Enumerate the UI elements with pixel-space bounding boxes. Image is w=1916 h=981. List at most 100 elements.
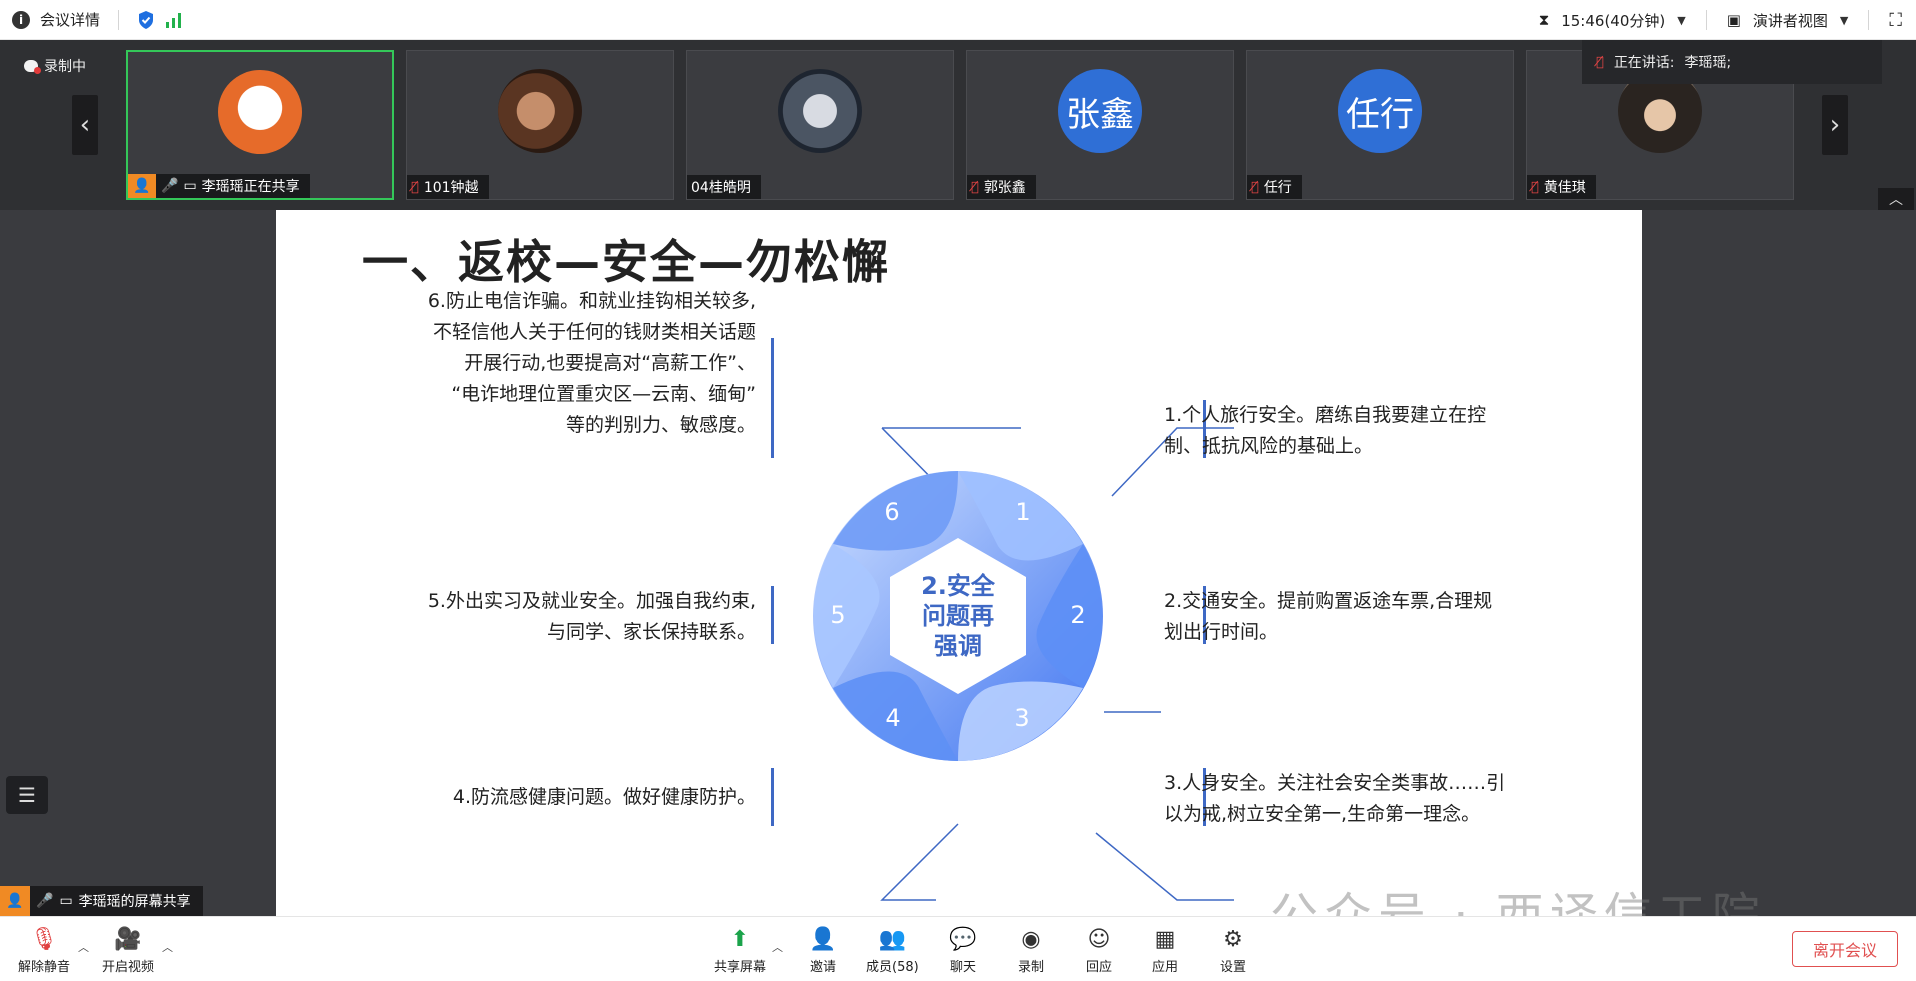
item-line: 与同学、家长保持联系。: [546, 621, 756, 643]
avatar: [218, 70, 302, 154]
item-line: 4.防流感健康问题。做好健康防护。: [452, 786, 756, 808]
chat-button[interactable]: 💬 聊天: [948, 925, 978, 976]
participant-nametag: 🎙̸ 任行: [1247, 175, 1302, 199]
mic-muted-icon: 🎙̸: [1251, 179, 1259, 195]
center-line: 问题再: [922, 602, 994, 630]
participant-name: 任行: [1263, 180, 1292, 196]
recording-label: 录制中: [44, 59, 86, 75]
share-screen-button[interactable]: ⬆ 共享屏幕: [714, 925, 767, 976]
record-label: 录制: [1017, 960, 1044, 975]
collapse-strip-button[interactable]: ︿: [1878, 188, 1914, 210]
ring-number: 5: [830, 601, 845, 629]
mic-muted-icon: 🎙̸: [411, 179, 419, 195]
members-button[interactable]: 👥 成员(58): [866, 925, 919, 976]
fullscreen-icon[interactable]: ⛶: [1889, 10, 1902, 31]
speaking-name: 李瑶瑶;: [1684, 55, 1732, 71]
item-line: 划出行时间。: [1164, 621, 1279, 643]
screen-share-icon: ▭: [183, 178, 197, 194]
info-icon[interactable]: i: [12, 10, 30, 29]
start-video-button[interactable]: 🎥 开启视频: [102, 925, 155, 976]
chevron-down-icon[interactable]: ▼: [1840, 14, 1848, 27]
chevron-down-icon[interactable]: ▼: [1677, 14, 1685, 27]
invite-button[interactable]: 👤 邀请: [808, 925, 838, 976]
participant-tile[interactable]: 👤 🎤 ▭ 李瑶瑶正在共享: [126, 50, 394, 200]
item-line: 等的判别力、敏感度。: [565, 414, 756, 436]
center-line: 2.安全: [921, 572, 996, 600]
share-stage: 一、返校—安全—勿松懈 1 2 3 4 5 6 2.安全 问题再 强调 1.个人…: [0, 210, 1916, 944]
list-menu-icon[interactable]: ☰: [6, 776, 48, 814]
video-off-icon: 🎥: [114, 926, 142, 952]
chat-label: 聊天: [949, 960, 976, 975]
participant-name: 101钟越: [423, 180, 479, 196]
meeting-time: 15:46(40分钟): [1561, 11, 1666, 30]
ring-number: 3: [1014, 704, 1029, 732]
mic-icon: 🎤: [161, 178, 179, 194]
top-bar: i 会议详情 ⧗ 15:46(40分钟) ▼ ▣ 演讲者视图 ▼ ⛶: [0, 0, 1916, 40]
participant-nametag: 🎙̸ 101钟越: [407, 175, 489, 199]
item-3: 3.人身安全。关注社会安全类事故……引 以为戒,树立安全第一,生命第一理念。: [1164, 768, 1505, 830]
reactions-label: 回应: [1085, 960, 1112, 975]
shared-slide: 一、返校—安全—勿松懈 1 2 3 4 5 6 2.安全 问题再 强调 1.个人…: [276, 210, 1642, 916]
unmute-button[interactable]: 🎙 解除静音: [18, 925, 70, 976]
participant-tile[interactable]: 任行 🎙̸ 任行: [1246, 50, 1514, 200]
share-screen-label: 共享屏幕: [714, 960, 767, 975]
ring-number: 4: [885, 704, 900, 732]
chat-icon: 💬: [949, 926, 977, 952]
avatar: [778, 69, 862, 153]
cloud-record-icon: [24, 60, 41, 74]
divider: [1868, 10, 1870, 30]
item-line: 2.交通安全。提前购置返途车票,合理规: [1164, 590, 1493, 612]
item-line: 制、抵抗风险的基础上。: [1164, 435, 1374, 457]
screen-share-icon: ▭: [59, 893, 73, 909]
participant-tile[interactable]: 🎙̸ 101钟越: [406, 50, 674, 200]
avatar: 任行: [1338, 69, 1422, 153]
security-shield-icon[interactable]: [137, 10, 155, 30]
chevron-up-icon[interactable]: ︿: [162, 939, 173, 955]
mic-muted-icon: 🎙̸: [971, 179, 979, 195]
host-icon: 👤: [0, 886, 30, 916]
participant-name: 李瑶瑶正在共享: [201, 179, 300, 195]
invite-label: 邀请: [809, 960, 836, 975]
apps-button[interactable]: ▦ 应用: [1150, 925, 1180, 976]
participant-nametag: 🎙̸ 郭张鑫: [967, 175, 1036, 199]
apps-label: 应用: [1151, 960, 1178, 975]
ring-number: 2: [1070, 601, 1085, 629]
settings-button[interactable]: ⚙ 设置: [1218, 925, 1248, 976]
recording-indicator: 录制中: [24, 56, 86, 76]
item-line: 不轻信他人关于任何的钱财类相关话题: [432, 321, 756, 343]
center-line: 强调: [934, 632, 982, 660]
mic-muted-icon: 🎙̸: [1596, 54, 1604, 70]
chevron-up-icon[interactable]: ︿: [78, 939, 89, 955]
record-button[interactable]: ◉ 录制: [1016, 925, 1046, 976]
divider: [1705, 10, 1707, 30]
item-6: 6.防止电信诈骗。和就业挂钩相关较多, 不轻信他人关于任何的钱财类相关话题 开展…: [336, 286, 756, 441]
invite-icon: 👤: [809, 926, 837, 952]
reactions-button[interactable]: ☺ 回应: [1084, 925, 1114, 976]
ring-number: 6: [884, 498, 899, 526]
prev-page-button[interactable]: ‹: [72, 95, 98, 155]
item-line: 开展行动,也要提高对“高薪工作”、: [464, 352, 756, 374]
screen-share-tag: 👤 🎤 ▭ 李瑶瑶的屏幕共享: [0, 886, 203, 916]
signal-icon[interactable]: [165, 12, 183, 28]
chevron-up-icon[interactable]: ︿: [772, 939, 783, 955]
members-icon: 👥: [878, 926, 907, 952]
item-1: 1.个人旅行安全。磨练自我要建立在控 制、抵抗风险的基础上。: [1164, 400, 1486, 462]
participant-nametag: 04桂皓明: [687, 175, 761, 199]
participant-tile[interactable]: 张鑫 🎙̸ 郭张鑫: [966, 50, 1234, 200]
avatar: [498, 69, 582, 153]
item-2: 2.交通安全。提前购置返途车票,合理规 划出行时间。: [1164, 586, 1492, 648]
meeting-details-link[interactable]: 会议详情: [40, 9, 100, 30]
avatar: 张鑫: [1058, 69, 1142, 153]
next-page-button[interactable]: ›: [1822, 95, 1848, 155]
item-line: “电诈地理位置重灾区—云南、缅甸”: [451, 383, 756, 405]
item-line: 3.人身安全。关注社会安全类事故……引: [1164, 772, 1506, 794]
item-5: 5.外出实习及就业安全。加强自我约束, 与同学、家长保持联系。: [336, 586, 756, 648]
participant-strip: 录制中 ‹ 👤 🎤 ▭ 李瑶瑶正在共享 🎙̸ 101钟越 04桂皓明 张鑫 🎙̸…: [0, 40, 1916, 210]
ring-number: 1: [1015, 498, 1030, 526]
item-line: 5.外出实习及就业安全。加强自我约束,: [427, 590, 756, 612]
item-line: 6.防止电信诈骗。和就业挂钩相关较多,: [427, 290, 756, 312]
start-video-label: 开启视频: [102, 960, 155, 975]
view-mode-dropdown[interactable]: 演讲者视图: [1753, 10, 1828, 31]
leave-meeting-button[interactable]: 离开会议: [1792, 931, 1898, 967]
participant-tile[interactable]: 04桂皓明: [686, 50, 954, 200]
